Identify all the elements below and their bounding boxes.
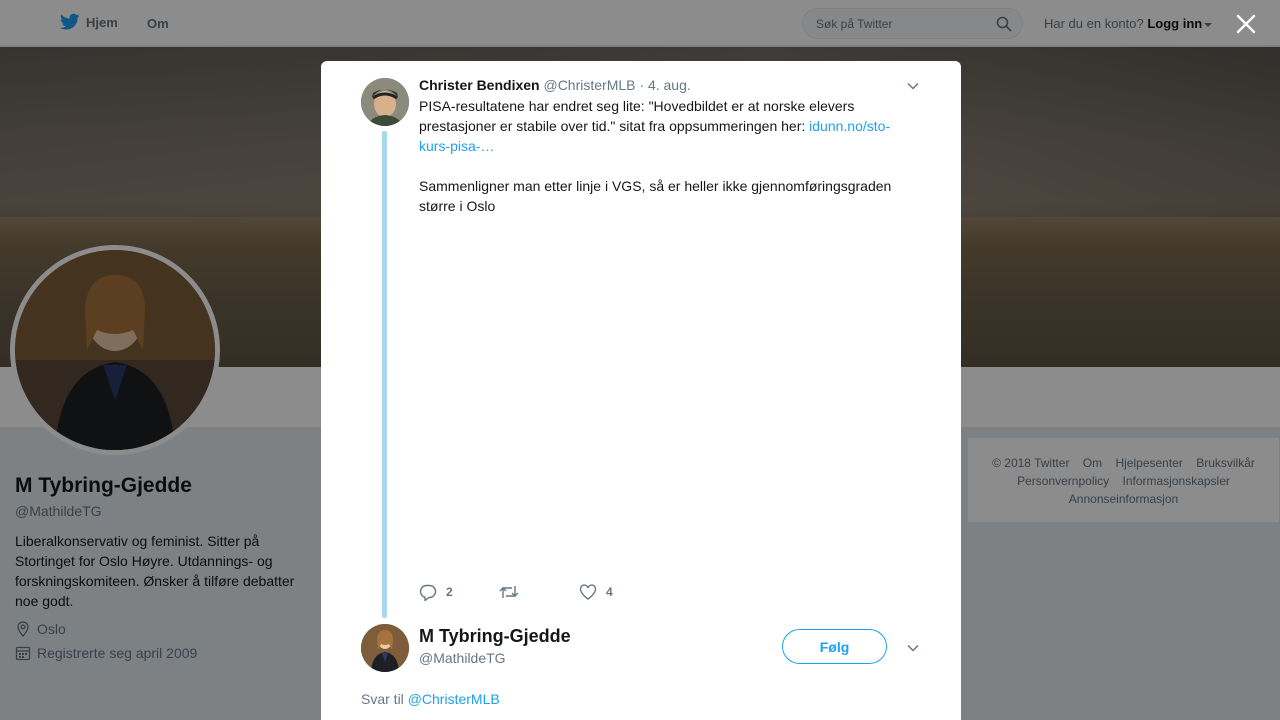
heart-icon (579, 584, 597, 600)
reply-author-avatar[interactable] (361, 624, 409, 672)
tweet-modal: Christer Bendixen @ChristerMLB · 4. aug.… (321, 61, 961, 720)
reply-count: 2 (446, 585, 453, 599)
tweet-text-part2: Sammenligner man etter linje i VGS, så e… (419, 178, 892, 214)
tweet-separator: · (639, 77, 645, 93)
reply-to-handle[interactable]: @ChristerMLB (408, 691, 500, 707)
tweet-author-avatar[interactable] (361, 78, 409, 126)
tweet-date[interactable]: 4. aug. (648, 77, 691, 93)
close-icon[interactable] (1236, 14, 1256, 34)
retweet-action[interactable] (499, 583, 579, 601)
tweet-author-handle[interactable]: @ChristerMLB (543, 77, 635, 93)
reply-to-prefix: Svar til (361, 691, 404, 707)
tweet-actions: 2 4 (419, 582, 659, 602)
reply-icon (419, 584, 437, 601)
retweet-icon (499, 586, 519, 598)
reply-author-avatar-image (361, 624, 409, 672)
chevron-down-icon[interactable] (906, 79, 920, 93)
reply-to: Svar til @ChristerMLB (361, 691, 500, 707)
tweet-author-name[interactable]: Christer Bendixen (419, 77, 540, 93)
tweet-text: PISA-resultatene har endret seg lite: "H… (419, 96, 909, 216)
reply-author-name[interactable]: M Tybring-Gjedde (419, 626, 571, 647)
tweet-text-part1: PISA-resultatene har endret seg lite: "H… (419, 98, 855, 134)
reply-author-handle[interactable]: @MathildeTG (419, 650, 506, 666)
like-count: 4 (606, 585, 613, 599)
reply-action[interactable]: 2 (419, 583, 499, 601)
like-action[interactable]: 4 (579, 583, 659, 601)
tweet-author-avatar-image (361, 78, 409, 126)
thread-line (382, 131, 387, 618)
tweet-header: Christer Bendixen @ChristerMLB · 4. aug. (419, 77, 691, 93)
follow-button[interactable]: Følg (782, 629, 887, 664)
chevron-down-icon[interactable] (906, 641, 920, 655)
